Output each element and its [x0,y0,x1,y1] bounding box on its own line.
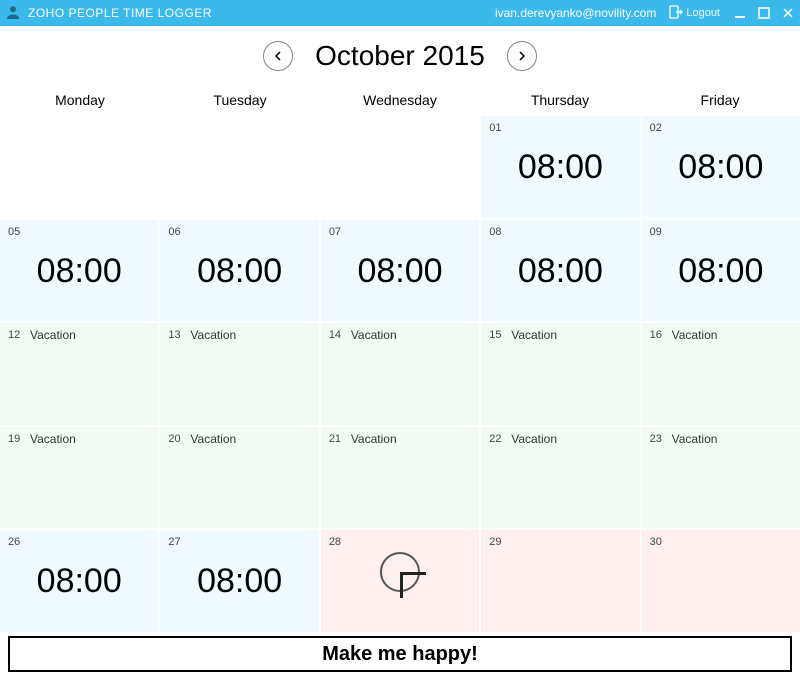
cell-time: 08:00 [160,562,318,601]
cell-label: Vacation [351,432,397,446]
month-title: October 2015 [315,40,485,72]
cell-label: Vacation [30,432,76,446]
make-me-happy-button[interactable]: Make me happy! [8,636,792,672]
cell-date: 23 [650,433,662,445]
cell-date: 29 [489,536,501,548]
logout-label: Logout [686,7,720,19]
calendar-cell[interactable] [0,116,158,218]
add-time-button[interactable] [380,552,420,592]
next-month-button[interactable] [507,41,537,71]
calendar-cell[interactable]: 07 08:00 [319,220,479,322]
window-close-button[interactable] [776,0,800,26]
cell-date: 07 [329,226,341,238]
calendar-cell[interactable] [319,116,479,218]
cell-date: 14 [329,329,341,341]
cell-time: 08:00 [481,148,639,187]
calendar-cell[interactable]: 02 08:00 [640,116,800,218]
cell-label: Vacation [190,432,236,446]
calendar-cell[interactable]: 21 Vacation [319,427,479,529]
make-me-happy-label: Make me happy! [322,643,478,666]
app-title: ZOHO PEOPLE TIME LOGGER [28,6,212,20]
cell-date: 09 [650,226,662,238]
calendar-cell[interactable]: 09 08:00 [640,220,800,322]
cell-date: 30 [650,536,662,548]
calendar-week: 12 Vacation 13 Vacation 14 Vacation 15 Vacation… [0,321,800,425]
titlebar: ZOHO PEOPLE TIME LOGGER ivan.derevyanko@… [0,0,800,26]
cell-date: 12 [8,329,20,341]
calendar-cell[interactable]: 22 Vacation [479,427,639,529]
cell-date: 21 [329,433,341,445]
cell-time: 08:00 [0,252,158,291]
logout-button[interactable]: Logout [664,0,724,26]
cell-time: 08:00 [642,148,800,187]
cell-label: Vacation [672,432,718,446]
cell-date: 19 [8,433,20,445]
day-header: Wednesday [320,86,480,114]
day-header: Friday [640,86,800,114]
cell-date: 01 [489,122,501,134]
cell-date: 26 [8,536,20,548]
calendar-cell[interactable]: 05 08:00 [0,220,158,322]
cell-date: 16 [650,329,662,341]
calendar-week: 01 08:00 02 08:00 [0,114,800,218]
day-headers-row: Monday Tuesday Wednesday Thursday Friday [0,86,800,114]
calendar-cell[interactable]: 27 08:00 [158,530,318,632]
calendar-cell[interactable]: 20 Vacation [158,427,318,529]
window-maximize-button[interactable] [752,0,776,26]
cell-label: Vacation [190,328,236,342]
calendar-week: 26 08:00 27 08:00 28 29 30 [0,528,800,632]
calendar-week: 19 Vacation 20 Vacation 21 Vacation 22 Vacation… [0,425,800,529]
calendar-cell[interactable]: 01 08:00 [479,116,639,218]
calendar-cell[interactable]: 28 [319,530,479,632]
calendar-cell[interactable]: 13 Vacation [158,323,318,425]
app-window: ZOHO PEOPLE TIME LOGGER ivan.derevyanko@… [0,0,800,680]
calendar-cell[interactable]: 14 Vacation [319,323,479,425]
cell-label: Vacation [351,328,397,342]
calendar-cell[interactable]: 06 08:00 [158,220,318,322]
cell-date: 27 [168,536,180,548]
calendar-cell[interactable]: 30 [640,530,800,632]
prev-month-button[interactable] [263,41,293,71]
day-header: Monday [0,86,160,114]
cell-time: 08:00 [481,252,639,291]
cell-time: 08:00 [321,252,479,291]
cell-date: 28 [329,536,341,548]
day-header: Tuesday [160,86,320,114]
window-minimize-button[interactable] [728,0,752,26]
calendar-cell[interactable]: 29 [479,530,639,632]
user-email: ivan.derevyanko@novility.com [495,6,656,20]
cell-time: 08:00 [642,252,800,291]
calendar-cell[interactable]: 23 Vacation [640,427,800,529]
cell-label: Vacation [511,328,557,342]
cell-date: 15 [489,329,501,341]
calendar-cell[interactable] [158,116,318,218]
calendar-cell[interactable]: 12 Vacation [0,323,158,425]
calendar-cell[interactable]: 19 Vacation [0,427,158,529]
logout-icon [668,4,684,23]
calendar-cell[interactable]: 26 08:00 [0,530,158,632]
cell-date: 05 [8,226,20,238]
cell-date: 22 [489,433,501,445]
month-navigation: October 2015 [0,26,800,86]
cell-date: 06 [168,226,180,238]
calendar-cell[interactable]: 15 Vacation [479,323,639,425]
cell-label: Vacation [30,328,76,342]
calendar-cell[interactable]: 08 08:00 [479,220,639,322]
cell-date: 02 [650,122,662,134]
cell-label: Vacation [511,432,557,446]
cell-label: Vacation [672,328,718,342]
calendar-cell[interactable]: 16 Vacation [640,323,800,425]
app-logo-icon [2,2,24,24]
cell-date: 20 [168,433,180,445]
cell-time: 08:00 [0,562,158,601]
cell-date: 13 [168,329,180,341]
calendar-grid: Monday Tuesday Wednesday Thursday Friday… [0,86,800,632]
calendar-week: 05 08:00 06 08:00 07 08:00 08 08:00 09 08:00 [0,218,800,322]
cell-time: 08:00 [160,252,318,291]
day-header: Thursday [480,86,640,114]
cell-date: 08 [489,226,501,238]
